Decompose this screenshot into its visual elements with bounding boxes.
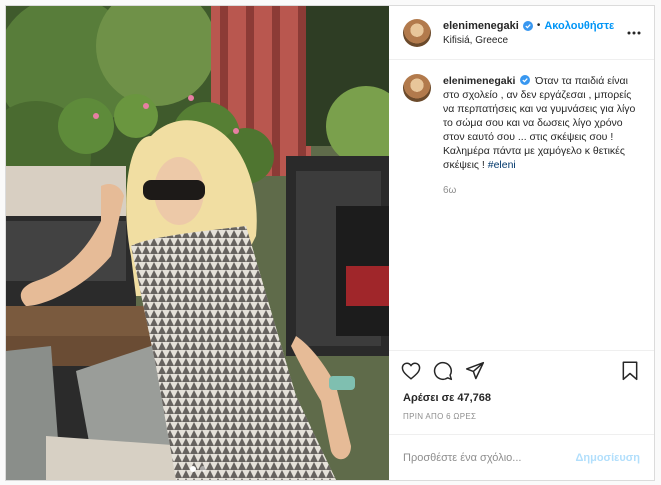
post-comment-button[interactable]: Δημοσίευση: [575, 452, 640, 464]
caption-avatar[interactable]: [403, 74, 431, 102]
carousel-dot-2: [199, 466, 206, 472]
post-photo[interactable]: [6, 6, 389, 480]
photo-illustration: [6, 6, 389, 480]
caption-text: Όταν τα παιδιά είναι στο σχολείο , αν δε…: [443, 75, 636, 171]
caption: elenimenegaki Όταν τα παιδιά είναι στο σ…: [403, 74, 640, 198]
bookmark-icon[interactable]: [616, 357, 644, 385]
header-row: elenimenegaki • Ακολουθήστε: [443, 20, 626, 32]
avatar[interactable]: [403, 18, 431, 47]
caption-time: 6ω: [443, 185, 457, 196]
follow-button[interactable]: Ακολουθήστε: [544, 20, 614, 32]
carousel-dot-1: [189, 466, 196, 472]
caption-username[interactable]: elenimenegaki: [443, 75, 515, 87]
post-side-panel: elenimenegaki • Ακολουθήστε Kifisiá, Gre…: [389, 6, 654, 480]
comment-icon[interactable]: [429, 357, 457, 385]
follow-separator: •: [536, 20, 541, 31]
action-bar: [389, 350, 654, 390]
post-timestamp[interactable]: ΠΡΙΝ ΑΠΟ 6 ΩΡΕΣ: [389, 406, 654, 426]
carousel-indicators: [6, 466, 389, 472]
verified-badge-icon: [522, 20, 533, 31]
more-options-icon[interactable]: [626, 25, 642, 41]
location-link[interactable]: Kifisiá, Greece: [443, 35, 626, 46]
comments-area: elenimenegaki Όταν τα παιδιά είναι στο σ…: [389, 60, 654, 350]
share-icon[interactable]: [461, 357, 489, 385]
post-card: elenimenegaki • Ακολουθήστε Kifisiá, Gre…: [5, 5, 655, 481]
comment-input[interactable]: [403, 451, 576, 464]
hashtag-link[interactable]: #eleni: [488, 159, 516, 171]
header-text: elenimenegaki • Ακολουθήστε Kifisiá, Gre…: [443, 20, 626, 46]
likes-count[interactable]: Αρέσει σε 47,768: [389, 390, 654, 406]
verified-badge-icon: [520, 75, 531, 85]
heart-icon[interactable]: [397, 357, 425, 385]
username-link[interactable]: elenimenegaki: [443, 20, 519, 32]
caption-body: elenimenegaki Όταν τα παιδιά είναι στο σ…: [443, 74, 640, 198]
comment-bar: Δημοσίευση: [389, 434, 654, 480]
post-header: elenimenegaki • Ακολουθήστε Kifisiá, Gre…: [389, 6, 654, 60]
